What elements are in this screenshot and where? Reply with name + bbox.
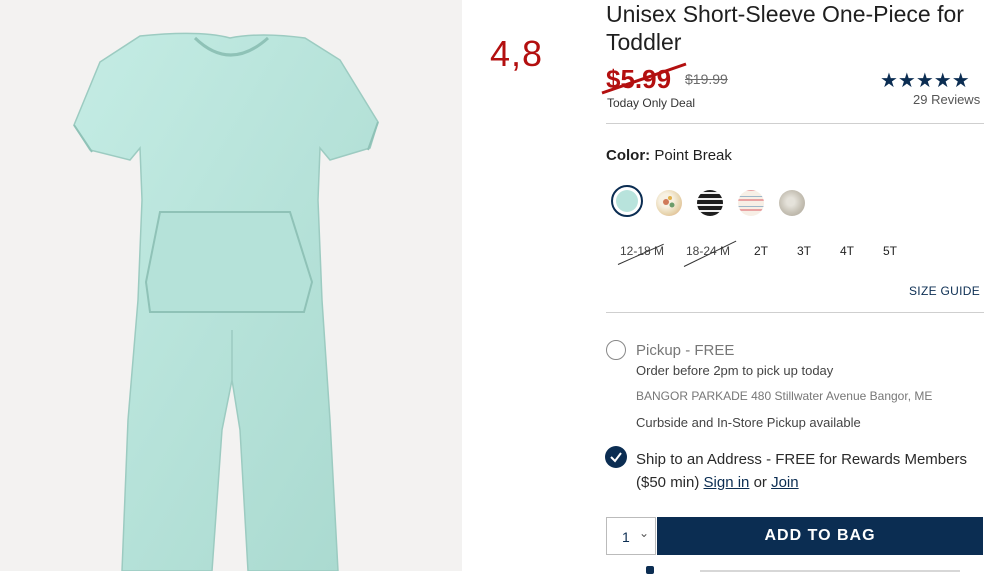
reviews-link[interactable]: 29 Reviews bbox=[913, 92, 980, 107]
join-link[interactable]: Join bbox=[771, 474, 799, 491]
romper-product-photo bbox=[73, 32, 379, 571]
store-address[interactable]: BANGOR PARKADE 480 Stillwater Avenue Ban… bbox=[636, 389, 932, 403]
size-guide-link[interactable]: SIZE GUIDE bbox=[909, 284, 980, 298]
swatch-fill bbox=[616, 190, 638, 212]
original-price: $19.99 bbox=[685, 71, 728, 87]
size-5t[interactable]: 5T bbox=[883, 244, 897, 258]
ship-option: Ship to an Address - FREE for Rewards Me… bbox=[636, 448, 986, 494]
product-image[interactable] bbox=[0, 0, 462, 571]
quantity-value: 1 bbox=[622, 529, 630, 545]
size-2t[interactable]: 2T bbox=[754, 244, 768, 258]
sign-in-link[interactable]: Sign in bbox=[704, 474, 750, 491]
size-4t[interactable]: 4T bbox=[840, 244, 854, 258]
color-label: Color: Point Break bbox=[606, 147, 732, 164]
ship-or: or bbox=[753, 474, 767, 491]
color-swatch-pink-stripe[interactable] bbox=[738, 190, 764, 216]
floral-pattern-icon bbox=[663, 196, 675, 208]
color-selected-value: Point Break bbox=[654, 147, 732, 164]
price-strike-mark bbox=[601, 62, 687, 95]
pickup-title: Pickup - FREE bbox=[636, 342, 735, 359]
pickup-radio[interactable] bbox=[606, 340, 626, 360]
color-swatch-point-break[interactable] bbox=[611, 185, 643, 217]
color-swatch-black-stripe[interactable] bbox=[697, 190, 723, 216]
star-rating-icon[interactable]: ★★★★★ bbox=[880, 68, 970, 93]
color-label-title: Color: bbox=[606, 147, 651, 164]
ship-label: Ship to an Address - FREE for Rewards Me… bbox=[636, 451, 967, 491]
size-3t[interactable]: 3T bbox=[797, 244, 811, 258]
deal-label: Today Only Deal bbox=[607, 96, 696, 110]
chevron-down-icon: ⌄ bbox=[639, 526, 650, 540]
rating-overlay: 4,8 bbox=[490, 33, 544, 74]
add-to-bag-button[interactable]: ADD TO BAG bbox=[657, 517, 983, 555]
ship-radio-checked[interactable] bbox=[605, 446, 627, 468]
product-title: Unisex Short-Sleeve One-Piece for Toddle… bbox=[606, 1, 964, 55]
pickup-subtitle: Order before 2pm to pick up today bbox=[636, 363, 834, 378]
color-swatch-floral[interactable] bbox=[656, 190, 682, 216]
quantity-select[interactable]: 1 ⌄ bbox=[606, 517, 656, 555]
color-swatch-grey-print[interactable] bbox=[779, 190, 805, 216]
divider bbox=[606, 312, 984, 313]
cut-off-row bbox=[646, 566, 960, 574]
curbside-note: Curbside and In-Store Pickup available bbox=[636, 415, 861, 430]
divider bbox=[606, 123, 984, 124]
check-icon bbox=[610, 452, 622, 463]
